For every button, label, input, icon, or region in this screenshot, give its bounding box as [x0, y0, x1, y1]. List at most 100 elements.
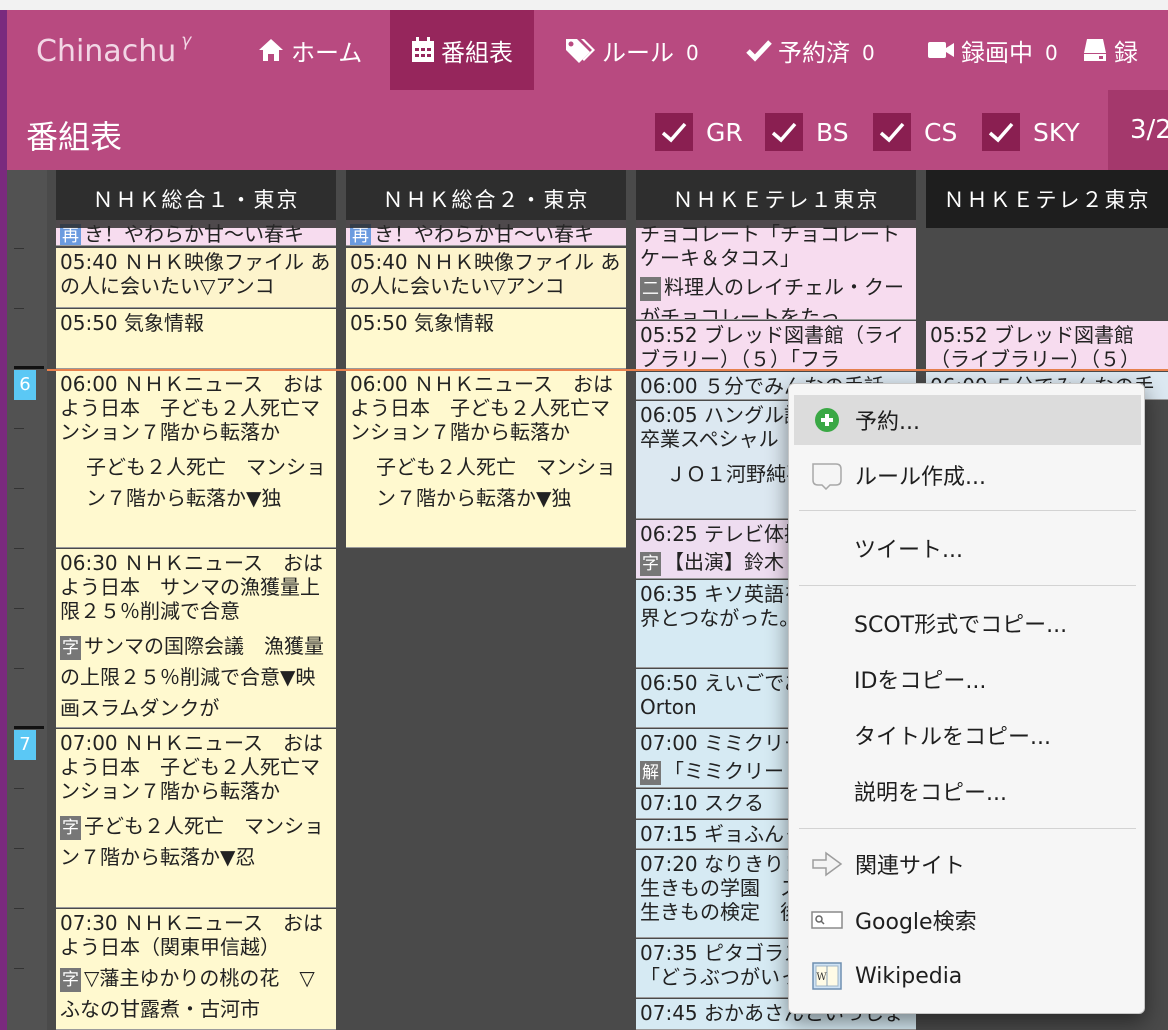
channel-header-nhk-e1[interactable]: ＮＨＫＥテレ１東京 [636, 170, 916, 228]
hour-marker-7: 7 [14, 726, 44, 760]
program-cell[interactable]: 07:00 ＮＨＫニュース おはよう日本 子ども２人死亡マンション７階から転落か… [56, 729, 336, 908]
time-axis: 6 7 [7, 170, 47, 1030]
program-cell[interactable]: 05:52 ブレッド図書館（ライブラリー）（５）「フ [926, 321, 1168, 371]
nav-schedule[interactable]: 番組表 [390, 10, 534, 90]
filter-sky[interactable]: SKY [982, 112, 1080, 152]
check-icon [661, 122, 687, 143]
program-title: 05:50 気象情報 [350, 311, 494, 335]
time-tick [14, 308, 24, 309]
time-tick [14, 608, 24, 609]
program-cell[interactable]: 05:50 気象情報 [346, 309, 626, 369]
program-cell[interactable]: 05:50 気象情報 [56, 309, 336, 369]
arrow-right-icon [810, 847, 844, 881]
menu-item-copy-scot[interactable]: SCOT形式でコピー... [794, 598, 1141, 648]
menu-item-copy-title[interactable]: タイトルをコピー... [794, 710, 1141, 760]
channel-header-nhk-e2[interactable]: ＮＨＫＥテレ２東京 [926, 170, 1168, 228]
video-camera-icon [928, 42, 954, 58]
program-title: 05:40 ＮＨＫ映像ファイル あの人に会いたい▽アンコ [60, 250, 331, 298]
program-cell[interactable]: 05:40 ＮＨＫ映像ファイル あの人に会いたい▽アンコ [56, 248, 336, 308]
date-selector[interactable]: 3/2 [1108, 90, 1168, 170]
program-title: 05:50 気象情報 [60, 311, 204, 335]
date-label: 3/2 [1130, 115, 1168, 145]
filter-gr-label: GR [706, 117, 743, 147]
filter-bs-label: BS [816, 117, 849, 147]
program-text: チョコレート「チョコレートケーキ＆タコス」 [640, 222, 900, 270]
channel-column-nhk-g1: 再き！やわらか甘～い春キ 05:40 ＮＨＫ映像ファイル あの人に会いたい▽アン… [56, 170, 336, 1030]
nav-rules[interactable]: ルール 0 [564, 10, 699, 90]
time-tick [14, 428, 24, 429]
subtitle-badge: 字 [60, 816, 81, 840]
menu-item-google-search[interactable]: Google検索 [794, 895, 1141, 945]
menu-item-copy-id[interactable]: IDをコピー... [794, 654, 1141, 704]
menu-item-label: ルール作成... [855, 465, 986, 490]
nav-recording[interactable]: 録画中 0 [927, 10, 1058, 90]
program-cell[interactable]: 07:30 ＮＨＫニュース おはよう日本（関東甲信越）字 ▽藩主ゆかりの桃の花 ▽… [56, 909, 336, 1030]
checkbox-bs[interactable] [765, 113, 803, 151]
program-description: サンマの国際会議 漁獲量の上限２５％削減で合意▼映画スラムダンクが [60, 634, 324, 720]
program-title: 05:52 ブレッド図書館（ライブラリー）（５）「フラ [640, 323, 904, 371]
check-icon [771, 122, 797, 143]
reserves-count: 0 [862, 41, 875, 65]
channel-header-nhk-g2[interactable]: ＮＨＫ総合２・東京 [346, 170, 626, 228]
program-title: 06:00 ＮＨＫニュース おはよう日本 子ども２人死亡マンション７階から転落か [350, 372, 613, 444]
filter-bs[interactable]: BS [765, 112, 849, 152]
search-bar-icon [810, 903, 844, 937]
filter-cs[interactable]: CS [873, 112, 957, 152]
program-description: 「ミミクリー [664, 759, 784, 783]
subtitle-badge: 字 [60, 968, 81, 992]
menu-separator [799, 510, 1136, 511]
hdd-icon [1084, 39, 1106, 61]
program-description: ▽藩主ゆかりの桃の花 ▽ふなの甘露煮・古河市 [60, 966, 315, 1021]
checkbox-sky[interactable] [982, 113, 1020, 151]
hour-marker-6: 6 [14, 366, 44, 400]
channel-column-nhk-g2: 再き！やわらか甘～い春キ 05:40 ＮＨＫ映像ファイル あの人に会いたい▽アン… [346, 170, 626, 1030]
program-cell[interactable]: チョコレート「チョコレートケーキ＆タコス」二料理人のレイチェル・クーがチョコレー… [636, 220, 916, 320]
program-cell[interactable]: 06:30 ＮＨＫニュース おはよう日本 サンマの漁獲量上限２５％削減で合意字サ… [56, 549, 336, 728]
bilingual-badge: 二 [640, 277, 661, 301]
tag-icon [810, 458, 844, 492]
menu-item-related-sites[interactable]: 関連サイト [794, 839, 1141, 889]
program-cell[interactable]: 05:40 ＮＨＫ映像ファイル あの人に会いたい▽アンコ [346, 248, 626, 308]
app-brand[interactable]: Chinachu γ [36, 31, 191, 69]
add-circle-icon [810, 403, 844, 437]
home-icon [259, 39, 283, 61]
program-title: 05:52 ブレッド図書館（ライブラリー）（５）「フ [930, 323, 1140, 371]
commentary-badge: 解 [640, 761, 661, 785]
program-cell[interactable]: 06:00 ＮＨＫニュース おはよう日本 子ども２人死亡マンション７階から転落か… [346, 370, 626, 548]
program-description: 子ども２人死亡 マンション７階から転落か▼独 [86, 455, 326, 510]
nav-home-label: ホーム [291, 38, 363, 67]
menu-item-create-rule[interactable]: ルール作成... [794, 450, 1141, 500]
nav-home[interactable]: ホーム [257, 10, 362, 90]
time-tick [14, 788, 24, 789]
menu-item-label: 説明をコピー... [854, 781, 1007, 806]
program-description-row: 字子ども２人死亡 マンション７階から転落か▼忍 [60, 811, 332, 873]
nav-reserves[interactable]: 予約済 0 [746, 10, 875, 90]
menu-item-copy-description[interactable]: 説明をコピー... [794, 766, 1141, 816]
tags-icon [566, 39, 595, 63]
filter-cs-label: CS [924, 117, 958, 147]
menu-item-reserve[interactable]: 予約... [794, 395, 1141, 445]
subtitle-badge: 字 [60, 636, 81, 660]
nav-recorded[interactable]: 録 [1082, 10, 1138, 90]
menu-item-wikipedia[interactable]: W Wikipedia [794, 951, 1141, 1001]
checkbox-cs[interactable] [873, 113, 911, 151]
filter-gr[interactable]: GR [655, 112, 743, 152]
menu-item-label: 予約... [855, 410, 920, 435]
menu-item-tweet[interactable]: ツイート... [794, 523, 1141, 573]
filter-sky-label: SKY [1033, 117, 1080, 147]
program-description: 子ども２人死亡 マンション７階から転落か▼忍 [60, 814, 324, 869]
rules-count: 0 [686, 41, 699, 65]
time-tick [14, 848, 24, 849]
program-cell[interactable]: 05:52 ブレッド図書館（ライブラリー）（５）「フラ [636, 321, 916, 371]
program-title: 05:40 ＮＨＫ映像ファイル あの人に会いたい▽アンコ [350, 250, 621, 298]
channel-header-nhk-g1[interactable]: ＮＨＫ総合１・東京 [56, 170, 336, 228]
nav-schedule-label: 番組表 [441, 38, 513, 67]
menu-item-label: IDをコピー... [854, 669, 987, 694]
program-cell[interactable]: 06:00 ＮＨＫニュース おはよう日本 子ども２人死亡マンション７階から転落か… [56, 370, 336, 548]
sub-header: 番組表 GR BS CS SKY 3/2 [7, 90, 1168, 170]
program-title: 07:00 ＮＨＫニュース おはよう日本 子ども２人死亡マンション７階から転落か [60, 731, 323, 803]
menu-item-label: Google検索 [855, 910, 977, 935]
checkbox-gr[interactable] [655, 113, 693, 151]
book-icon: W [810, 959, 844, 993]
window-left-edge [0, 10, 7, 1030]
